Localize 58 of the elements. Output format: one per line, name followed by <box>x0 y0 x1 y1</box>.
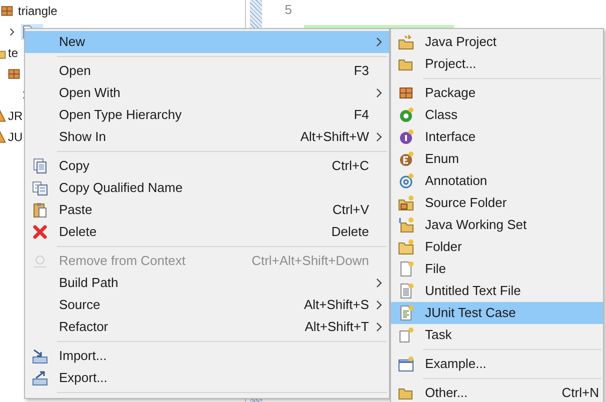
file-icon <box>398 261 414 277</box>
menu-item[interactable]: Open Type Hierarchy F4 <box>25 104 389 126</box>
window-icon <box>398 356 414 372</box>
context-icon <box>32 253 48 269</box>
text-file-icon <box>398 283 414 299</box>
tree-item-label[interactable]: JR <box>8 106 23 124</box>
menu-item[interactable]: Task <box>391 324 603 346</box>
menu-item[interactable]: Copy Qualified Name <box>25 177 389 199</box>
menu-item[interactable]: Folder <box>391 236 603 258</box>
menu-item[interactable]: Show In Alt+Shift+W <box>25 126 389 148</box>
menu-item[interactable]: Untitled Text File <box>391 280 603 302</box>
menu-item[interactable]: Export... <box>25 367 389 389</box>
menu-item[interactable]: Delete Delete <box>25 221 389 243</box>
menu-item[interactable]: Enum <box>391 148 603 170</box>
menu-item[interactable]: Java Working Set <box>391 214 603 236</box>
menu-item[interactable]: Refactor Alt+Shift+T <box>25 316 389 338</box>
menu-item[interactable]: Import... <box>25 345 389 367</box>
menu-item[interactable]: Copy Ctrl+C <box>25 155 389 177</box>
menu-item[interactable]: New <box>25 31 389 53</box>
menu-item[interactable]: Source Alt+Shift+S <box>25 294 389 316</box>
copy-icon <box>32 158 48 174</box>
interface-icon <box>398 129 414 145</box>
at-sign-icon <box>398 173 414 189</box>
menu-item[interactable]: Project... <box>391 53 603 75</box>
menu-item[interactable]: Class <box>391 104 603 126</box>
package-icon <box>7 66 21 80</box>
line-number: 5 <box>284 1 293 19</box>
tree-item-label[interactable]: te <box>8 44 18 62</box>
delete-icon <box>32 224 48 240</box>
menu-item[interactable]: Example... <box>391 353 603 375</box>
import-icon <box>32 348 48 364</box>
folder-icon <box>398 34 414 50</box>
folder-icon <box>398 195 414 211</box>
menu-item[interactable]: JUnit Test Case <box>391 302 603 324</box>
menu-item[interactable]: Source Folder <box>391 192 603 214</box>
menu-item[interactable]: File <box>391 258 603 280</box>
menu-item[interactable]: Open With <box>25 82 389 104</box>
menu-item[interactable]: Paste Ctrl+V <box>25 199 389 221</box>
tree-item-label[interactable]: JU <box>8 128 23 146</box>
package-icon <box>398 85 414 101</box>
menu-item[interactable]: Interface <box>391 126 603 148</box>
test-file-icon <box>398 305 414 321</box>
copy-icon <box>32 180 48 196</box>
class-icon <box>398 107 414 123</box>
export-icon <box>32 370 48 386</box>
menu-item[interactable]: Build Path <box>25 272 389 294</box>
task-icon <box>398 327 414 343</box>
folder-icon <box>398 217 414 233</box>
tree-item-label[interactable]: triangle <box>18 2 58 20</box>
menu-item[interactable]: Annotation <box>391 170 603 192</box>
folder-icon <box>398 239 414 255</box>
menu-item[interactable]: Java Project <box>391 31 603 53</box>
clipboard-icon <box>32 202 48 218</box>
menu-item[interactable]: Package <box>391 82 603 104</box>
menu-item[interactable]: Other... Ctrl+N <box>391 382 603 402</box>
package-icon <box>0 4 14 18</box>
enum-icon <box>398 151 414 167</box>
menu-item[interactable]: Open F3 <box>25 60 389 82</box>
